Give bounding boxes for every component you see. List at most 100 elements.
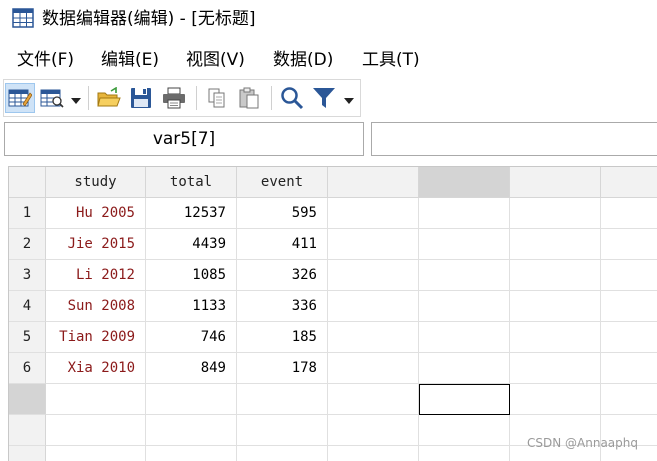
grid-cell-study[interactable]: Xia 2010: [46, 353, 146, 384]
column-header-total[interactable]: total: [146, 167, 237, 198]
grid-cell-empty[interactable]: [328, 384, 419, 415]
grid-cell-empty[interactable]: [510, 291, 601, 322]
grid-cell-total[interactable]: 746: [146, 322, 237, 353]
grid-cell-empty[interactable]: [146, 446, 237, 461]
grid-cell-empty[interactable]: [328, 198, 419, 229]
cell-value-box[interactable]: [371, 122, 657, 156]
column-header-event[interactable]: event: [237, 167, 328, 198]
grid-cell-empty[interactable]: [510, 198, 601, 229]
grid-cell-empty[interactable]: [419, 415, 510, 446]
grid-cell-empty[interactable]: [419, 229, 510, 260]
row-header[interactable]: 5: [9, 322, 46, 353]
grid-cell-empty[interactable]: [601, 353, 657, 384]
column-header-empty[interactable]: [328, 167, 419, 198]
grid-cell-empty[interactable]: [510, 322, 601, 353]
grid-cell-empty[interactable]: [419, 260, 510, 291]
grid-cell-empty[interactable]: [419, 322, 510, 353]
menu-data[interactable]: 数据(D): [273, 48, 333, 72]
save-button[interactable]: [126, 83, 156, 113]
row-header[interactable]: 1: [9, 198, 46, 229]
grid-cell-study[interactable]: Sun 2008: [46, 291, 146, 322]
menu-view[interactable]: 视图(V): [186, 48, 245, 72]
data-editor-app-icon: [12, 8, 34, 28]
grid-cell-empty[interactable]: [510, 384, 601, 415]
grid-cell-empty[interactable]: [419, 353, 510, 384]
copy-button[interactable]: [202, 83, 232, 113]
grid-cell-empty[interactable]: [601, 229, 657, 260]
grid-cell-empty[interactable]: [237, 384, 328, 415]
data-editor-edit-button[interactable]: [5, 83, 35, 113]
grid-cell-empty[interactable]: [328, 322, 419, 353]
grid-cell-empty[interactable]: [601, 260, 657, 291]
toolbar-separator: [196, 86, 197, 110]
column-header-empty[interactable]: [601, 167, 657, 198]
grid-cell-empty[interactable]: [328, 446, 419, 461]
grid-cell-event[interactable]: 185: [237, 322, 328, 353]
grid-cell-empty[interactable]: [237, 446, 328, 461]
grid-cell-empty[interactable]: [328, 260, 419, 291]
grid-cell-empty[interactable]: [46, 384, 146, 415]
window-title: 数据编辑器(编辑) - [无标题]: [42, 9, 256, 29]
grid-cell-empty[interactable]: [510, 229, 601, 260]
grid-cell-empty[interactable]: [510, 353, 601, 384]
grid-cell-event[interactable]: 411: [237, 229, 328, 260]
menu-bar: 文件(F) 编辑(E) 视图(V) 数据(D) 工具(T): [0, 44, 657, 76]
grid-cell-empty[interactable]: [419, 446, 510, 461]
print-button[interactable]: [159, 83, 189, 113]
column-header-study[interactable]: study: [46, 167, 146, 198]
grid-cell-empty[interactable]: [510, 260, 601, 291]
menu-tools[interactable]: 工具(T): [362, 48, 420, 72]
grid-cell-current[interactable]: [419, 384, 510, 415]
column-header-selected[interactable]: [419, 167, 510, 198]
grid-cell-empty[interactable]: [419, 291, 510, 322]
grid-cell-study[interactable]: Jie 2015: [46, 229, 146, 260]
grid-cell-empty[interactable]: [46, 415, 146, 446]
row-header[interactable]: 4: [9, 291, 46, 322]
grid-cell-empty[interactable]: [46, 446, 146, 461]
filter-dropdown-caret-icon[interactable]: [344, 98, 354, 104]
row-header[interactable]: [9, 415, 46, 446]
column-header-empty[interactable]: [510, 167, 601, 198]
row-header[interactable]: 6: [9, 353, 46, 384]
grid-cell-event[interactable]: 595: [237, 198, 328, 229]
grid-cell-total[interactable]: 12537: [146, 198, 237, 229]
row-header[interactable]: [9, 446, 46, 461]
variable-name-box[interactable]: var5[7]: [4, 122, 364, 156]
grid-cell-empty[interactable]: [419, 198, 510, 229]
grid-cell-event[interactable]: 326: [237, 260, 328, 291]
grid-cell-total[interactable]: 1133: [146, 291, 237, 322]
grid-cell-event[interactable]: 336: [237, 291, 328, 322]
grid-cell-total[interactable]: 4439: [146, 229, 237, 260]
toolbar: [3, 79, 361, 117]
grid-cell-empty[interactable]: [328, 229, 419, 260]
title-bar: 数据编辑器(编辑) - [无标题]: [0, 0, 657, 38]
grid-cell-empty[interactable]: [328, 353, 419, 384]
row-header[interactable]: 3: [9, 260, 46, 291]
grid-cell-study[interactable]: Hu 2005: [46, 198, 146, 229]
grid-cell-empty[interactable]: [601, 322, 657, 353]
grid-cell-empty[interactable]: [601, 198, 657, 229]
row-header[interactable]: 2: [9, 229, 46, 260]
grid-cell-study[interactable]: Li 2012: [46, 260, 146, 291]
data-editor-browse-button[interactable]: [37, 83, 67, 113]
grid-cell-empty[interactable]: [146, 415, 237, 446]
paste-button[interactable]: [234, 83, 264, 113]
browse-dropdown-caret-icon[interactable]: [71, 98, 81, 104]
grid-cell-empty[interactable]: [328, 415, 419, 446]
grid-cell-study[interactable]: Tian 2009: [46, 322, 146, 353]
grid-cell-event[interactable]: 178: [237, 353, 328, 384]
filter-button[interactable]: [309, 83, 339, 113]
grid-cell-total[interactable]: 849: [146, 353, 237, 384]
grid-cell-empty[interactable]: [328, 291, 419, 322]
grid-cell-empty[interactable]: [146, 384, 237, 415]
grid-cell-total[interactable]: 1085: [146, 260, 237, 291]
menu-file[interactable]: 文件(F): [17, 48, 74, 72]
grid-cell-empty[interactable]: [601, 291, 657, 322]
grid-cell-empty[interactable]: [237, 415, 328, 446]
open-button[interactable]: [94, 83, 124, 113]
menu-edit[interactable]: 编辑(E): [101, 48, 159, 72]
grid-cell-empty[interactable]: [601, 384, 657, 415]
search-button[interactable]: [277, 83, 307, 113]
row-header[interactable]: [9, 384, 46, 415]
grid-corner[interactable]: [9, 167, 46, 198]
